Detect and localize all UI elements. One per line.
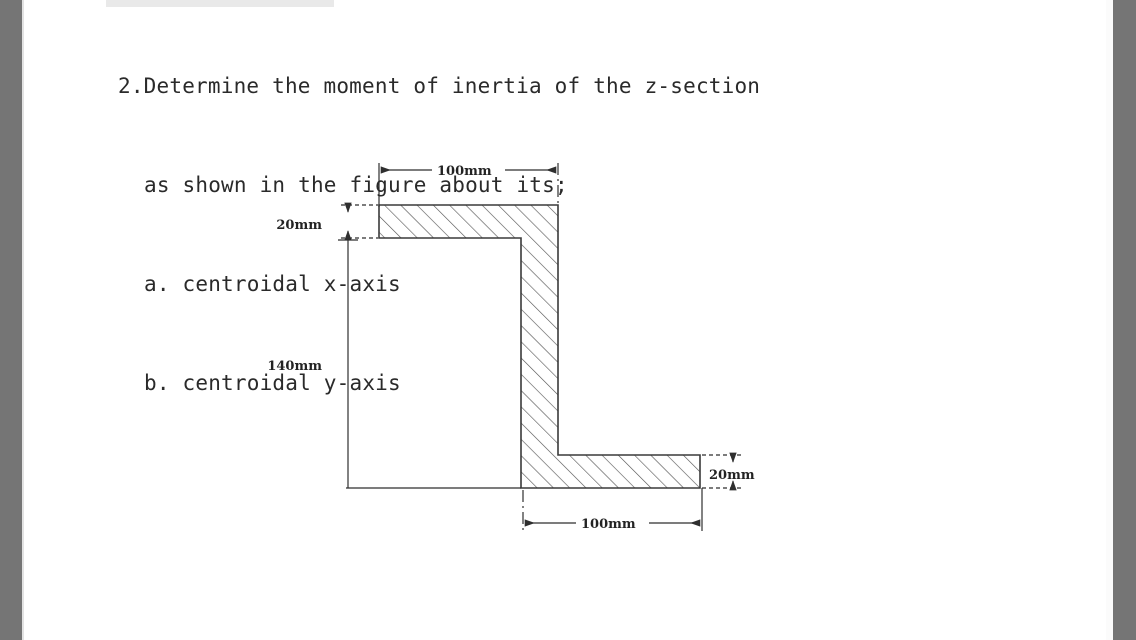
problem-line-2: as shown in the figure about its;: [144, 173, 568, 197]
label-bottom-thickness: 20mm: [709, 468, 755, 483]
scanned-page: 2.Determine the moment of inertia of the…: [0, 0, 1136, 640]
dimension-bottom-width: [522, 488, 703, 531]
page-seam-right: [1106, 0, 1113, 640]
problem-line-4: b. centroidal y-axis: [144, 371, 401, 395]
page-margin-right: [1113, 0, 1136, 640]
page-seam-left: [22, 0, 24, 640]
problem-line-3: a. centroidal x-axis: [144, 272, 401, 296]
problem-line-1: 2.Determine the moment of inertia of the…: [118, 74, 761, 98]
problem-statement: 2.Determine the moment of inertia of the…: [118, 4, 998, 466]
label-bottom-width: 100mm: [581, 517, 636, 532]
page-margin-left: [0, 0, 22, 640]
